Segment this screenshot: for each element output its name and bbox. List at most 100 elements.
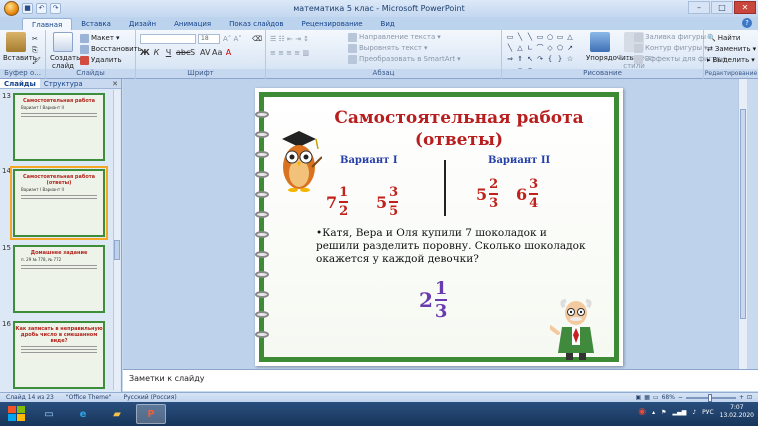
font-name-field[interactable]	[140, 34, 196, 44]
spacing-icon[interactable]: AV	[200, 48, 210, 57]
help-icon[interactable]: ?	[742, 18, 752, 28]
align-text-button[interactable]: Выровнять текст ▾	[348, 43, 427, 53]
explorer-taskbar-icon[interactable]: ▭	[34, 404, 64, 424]
current-slide[interactable]: Самостоятельная работа (ответы) Вариант …	[255, 88, 623, 366]
zoom-out-icon[interactable]: −	[678, 394, 683, 401]
cut-icon[interactable]: ✂	[32, 34, 38, 44]
find-button[interactable]: 🔍 Найти	[707, 33, 740, 43]
arrange-button[interactable]: Упорядочить	[586, 32, 634, 62]
paste-icon	[6, 32, 26, 52]
font-color-icon[interactable]: A	[224, 48, 233, 57]
tab-insert[interactable]: Вставка	[72, 18, 120, 30]
start-button[interactable]	[4, 403, 30, 425]
volume-icon[interactable]: ♪	[692, 409, 696, 416]
shape-fill-button[interactable]: Заливка фигуры ▾	[634, 32, 712, 42]
clock[interactable]: 7:07 13.02.2020	[720, 404, 754, 420]
slide-thumbnail-13[interactable]: Самостоятельная работа Вариант I Вариант…	[13, 93, 105, 161]
group-editing: 🔍 Найти ⇄ Заменить ▾ ▸ Выделить ▾ Редактиро…	[704, 30, 758, 79]
sorter-view-icon[interactable]: ▦	[644, 394, 650, 401]
flag-icon[interactable]: ⚑	[661, 409, 666, 416]
smartart-button[interactable]: Преобразовать в SmartArt ▾	[348, 54, 461, 64]
spiral-ring	[255, 311, 269, 318]
list-icons[interactable]: ☰ ☷ ⇤ ⇥ ↕	[270, 34, 309, 44]
ribbon-tabs: Главная Вставка Дизайн Анимация Показ сл…	[0, 17, 758, 30]
tab-home[interactable]: Главная	[22, 18, 73, 30]
select-icon: ▸	[707, 56, 711, 64]
shadow-icon[interactable]: S	[188, 48, 197, 57]
slide-thumbnail-14[interactable]: Самостоятельная работа (ответы) Вариант …	[10, 166, 108, 240]
keyboard-language[interactable]: РУС	[702, 409, 713, 416]
answer-v2-2: 6 34	[516, 177, 539, 211]
tray-app-icon[interactable]: ◉	[638, 407, 646, 417]
tab-slides[interactable]: Слайды	[0, 79, 40, 88]
case-icon[interactable]: Aa	[212, 48, 222, 57]
arrange-icon	[590, 32, 610, 52]
delete-icon	[80, 55, 89, 65]
tab-outline[interactable]: Структура	[40, 79, 87, 88]
slide-counter: Слайд 14 из 23	[6, 394, 54, 401]
show-hidden-icon[interactable]: ▴	[652, 409, 655, 416]
spiral-ring	[255, 331, 269, 338]
tab-review[interactable]: Рецензирование	[293, 18, 372, 30]
scrollbar-thumb[interactable]	[740, 109, 746, 319]
fit-window-icon[interactable]: ⊡	[747, 394, 752, 401]
group-drawing: ▭╲╲▭○▭△╲ △∟⌒◇⬠↗⇒⇑ ↖↷{}☆⌓▿▾ Упорядочить Э…	[502, 30, 726, 79]
minimize-button[interactable]: –	[688, 1, 710, 14]
maximize-button[interactable]: □	[711, 1, 733, 14]
select-button[interactable]: ▸ Выделить ▾	[707, 55, 755, 65]
delete-button[interactable]: Удалить	[80, 55, 122, 65]
layout-button[interactable]: Макет ▾	[80, 33, 119, 43]
strike-icon[interactable]: abc	[176, 48, 190, 57]
normal-view-icon[interactable]: ▣	[636, 394, 642, 401]
slide-thumbnail-15[interactable]: Домашнее задание п. 29 № 778, № 772	[13, 245, 105, 313]
bold-icon[interactable]: Ж	[140, 48, 150, 57]
font-size-field[interactable]: 18	[198, 34, 220, 44]
scrollbar-thumb[interactable]	[114, 240, 120, 260]
taskbar: ▭ e ▰ P ◉ ▴ ⚑ ▂▄▆ ♪ РУС 7:07 13.02.2020	[0, 402, 758, 426]
zoom-slider[interactable]	[685, 393, 736, 402]
panel-scrollbar[interactable]	[113, 90, 120, 390]
shape-outline-button[interactable]: Контур фигуры ▾	[634, 43, 708, 53]
format-painter-icon[interactable]: 🖌	[32, 56, 41, 66]
outline-icon	[634, 43, 643, 53]
tab-view[interactable]: Вид	[372, 18, 404, 30]
slide-thumbnail-16[interactable]: Как записать в неправильную дробь число …	[13, 321, 105, 389]
tab-design[interactable]: Дизайн	[120, 18, 165, 30]
zoom-level[interactable]: 68%	[662, 394, 675, 401]
tab-slideshow[interactable]: Показ слайдов	[220, 18, 292, 30]
close-button[interactable]: ✕	[734, 1, 756, 14]
file-explorer-icon[interactable]: ▰	[102, 404, 132, 424]
status-bar: Слайд 14 из 23 "Office Theme" Русский (Р…	[0, 392, 758, 402]
powerpoint-taskbar-icon[interactable]: P	[136, 404, 166, 424]
answer-v1-1: 7 12	[326, 185, 349, 219]
notes-pane[interactable]: Заметки к слайду	[123, 369, 758, 391]
zoom-slider-knob[interactable]	[707, 393, 712, 402]
clear-format-icon[interactable]: ⌫	[252, 34, 262, 44]
italic-icon[interactable]: К	[152, 48, 161, 57]
text-direction-button[interactable]: Направление текста ▾	[348, 32, 441, 42]
effects-icon	[634, 54, 643, 64]
answer-v1-2: 5 35	[376, 185, 399, 219]
replace-button[interactable]: ⇄ Заменить ▾	[707, 44, 756, 54]
slide-frame: Самостоятельная работа (ответы) Вариант …	[255, 92, 619, 362]
thumb-number: 16	[2, 320, 11, 328]
reset-button[interactable]: Восстановить	[80, 44, 142, 54]
thumb-number: 14	[2, 167, 11, 175]
underline-icon[interactable]: Ч	[164, 48, 173, 57]
new-slide-button[interactable]: Создать слайд	[50, 32, 80, 70]
group-slides: Создать слайд Макет ▾ Восстановить Удали…	[46, 30, 142, 79]
zoom-in-icon[interactable]: +	[739, 394, 744, 401]
problem-answer: 2 13	[419, 278, 448, 322]
reset-icon	[80, 44, 89, 54]
internet-explorer-icon[interactable]: e	[68, 404, 98, 424]
language-indicator[interactable]: Русский (Россия)	[117, 394, 182, 401]
tab-animation[interactable]: Анимация	[165, 18, 220, 30]
network-icon[interactable]: ▂▄▆	[672, 409, 686, 416]
close-icon[interactable]: ✕	[112, 79, 121, 88]
slideshow-view-icon[interactable]: ▭	[653, 394, 659, 401]
paste-button[interactable]: Вставить	[3, 32, 37, 62]
align-icons[interactable]: ≡ ≡ ≡ ≡ ▥	[270, 48, 309, 58]
font-grow-icon[interactable]: A˄ A˅	[223, 34, 242, 44]
slide-scrollbar[interactable]	[738, 79, 747, 369]
copy-icon[interactable]: ⎘	[32, 45, 38, 55]
